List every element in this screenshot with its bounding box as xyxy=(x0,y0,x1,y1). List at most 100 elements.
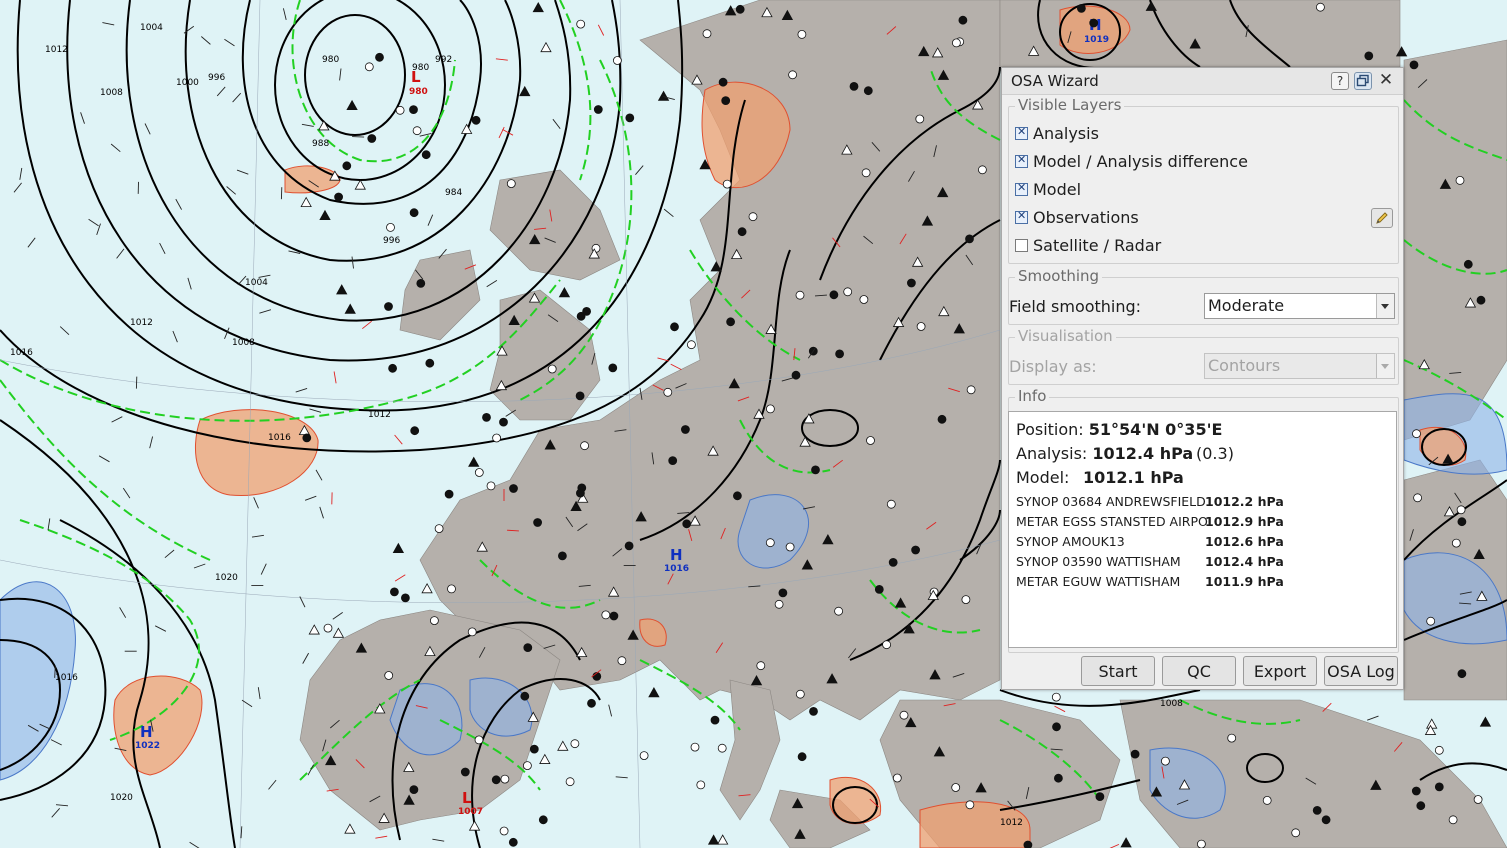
field-smoothing-label: Field smoothing: xyxy=(1009,297,1142,316)
station-marker xyxy=(533,518,542,527)
station-marker xyxy=(1476,295,1486,305)
station-marker xyxy=(668,456,678,466)
station-marker xyxy=(609,611,619,621)
station-marker xyxy=(861,168,871,178)
station-marker xyxy=(1413,493,1422,503)
station-marker xyxy=(509,484,518,493)
station-marker xyxy=(795,689,805,699)
qc-button[interactable]: QC xyxy=(1162,656,1236,686)
station-marker xyxy=(1409,60,1419,70)
isobar-label: 988 xyxy=(312,139,329,149)
layer-model-checkbox[interactable] xyxy=(1015,181,1028,196)
station-marker xyxy=(670,322,679,332)
station-marker xyxy=(1077,3,1086,13)
station-marker xyxy=(558,551,567,561)
station-marker xyxy=(756,661,766,671)
export-button[interactable]: Export xyxy=(1243,656,1317,686)
chevron-down-icon[interactable] xyxy=(1376,294,1394,318)
station-marker xyxy=(958,15,968,25)
station-marker xyxy=(1434,745,1444,755)
station-marker xyxy=(778,588,788,598)
isobar-label: 1012 xyxy=(1000,818,1023,828)
isobar-label: 984 xyxy=(445,188,462,198)
high-center-letter: H xyxy=(140,723,153,741)
station-marker xyxy=(682,519,692,529)
station-marker xyxy=(565,777,575,787)
station-marker xyxy=(1364,51,1374,61)
dialog-titlebar[interactable]: OSA Wizard ? ✕ xyxy=(1002,68,1403,95)
isobar-label: 1008 xyxy=(100,88,123,98)
station-marker xyxy=(384,302,393,311)
station-marker xyxy=(624,541,634,551)
display-as-select[interactable]: Contours xyxy=(1204,353,1395,379)
station-marker xyxy=(1197,839,1206,848)
station-marker xyxy=(575,391,585,401)
high-center-value: 1019 xyxy=(1084,35,1109,45)
station-marker xyxy=(717,743,727,753)
station-marker xyxy=(866,436,875,445)
start-button[interactable]: Start xyxy=(1081,656,1155,686)
station-marker xyxy=(639,751,649,760)
osa-log-button[interactable]: OSA Log xyxy=(1324,656,1398,686)
station-marker xyxy=(951,783,961,792)
layer-satellite-checkbox[interactable] xyxy=(1015,239,1028,252)
station-marker xyxy=(409,105,418,114)
restore-icon xyxy=(1356,74,1369,87)
chevron-down-icon[interactable] xyxy=(1376,354,1394,378)
station-marker xyxy=(523,643,533,652)
station-marker xyxy=(499,826,509,836)
close-button[interactable]: ✕ xyxy=(1377,72,1395,90)
info-panel: Position: 51°54'N 0°35'E Analysis: 1012.… xyxy=(1008,411,1397,648)
station-marker xyxy=(582,306,591,316)
analysis-label: Analysis: xyxy=(1016,444,1088,463)
layer-analysis-checkbox[interactable] xyxy=(1015,125,1028,140)
isobar-label: 1008 xyxy=(1160,699,1183,709)
station-marker xyxy=(1426,616,1436,626)
station-marker xyxy=(874,585,884,594)
station-marker xyxy=(1052,722,1061,732)
station-marker xyxy=(965,800,975,810)
station-marker xyxy=(1161,756,1170,766)
station-marker xyxy=(508,837,518,847)
station-marker xyxy=(811,465,820,475)
station-marker xyxy=(843,287,853,297)
station-marker xyxy=(785,542,795,552)
station-value: 1012.6 hPa xyxy=(1205,534,1284,549)
analysis-diff: (0.3) xyxy=(1196,444,1234,463)
isobar-label: 1016 xyxy=(55,673,78,683)
isobar-label: 1004 xyxy=(245,278,268,288)
station-marker xyxy=(499,417,508,427)
station-marker xyxy=(907,278,916,288)
station-marker xyxy=(500,774,510,784)
station-marker xyxy=(1051,692,1061,702)
low-center-letter: L xyxy=(411,68,421,86)
edit-observations-button[interactable] xyxy=(1371,208,1393,228)
field-smoothing-select[interactable]: Moderate xyxy=(1204,293,1395,319)
station-marker xyxy=(1316,2,1325,12)
layer-observations-checkbox[interactable] xyxy=(1015,209,1028,224)
station-value: 1011.9 hPa xyxy=(1205,574,1284,589)
station-marker xyxy=(601,610,611,620)
station-marker xyxy=(961,595,971,604)
station-marker xyxy=(737,227,747,237)
station-marker xyxy=(375,52,384,62)
model-row: Model: 1012.1 hPa xyxy=(1016,468,1184,487)
visualisation-legend: Visualisation xyxy=(1015,327,1116,345)
station-marker xyxy=(1416,801,1426,811)
restore-button[interactable] xyxy=(1354,72,1372,90)
station-marker xyxy=(529,744,539,754)
low-center-letter: L xyxy=(462,789,472,807)
station-marker xyxy=(859,295,869,304)
help-button[interactable]: ? xyxy=(1331,72,1349,90)
layer-difference-checkbox[interactable] xyxy=(1015,153,1028,168)
station-marker xyxy=(1227,733,1237,743)
station-marker xyxy=(748,212,758,222)
pencil-icon xyxy=(1376,212,1388,224)
station-marker xyxy=(795,290,805,300)
station-marker xyxy=(386,222,395,232)
field-smoothing-value: Moderate xyxy=(1208,296,1285,315)
station-marker xyxy=(1451,538,1461,548)
station-marker xyxy=(1473,795,1483,804)
station-marker xyxy=(915,114,925,124)
station-marker xyxy=(1321,815,1331,825)
